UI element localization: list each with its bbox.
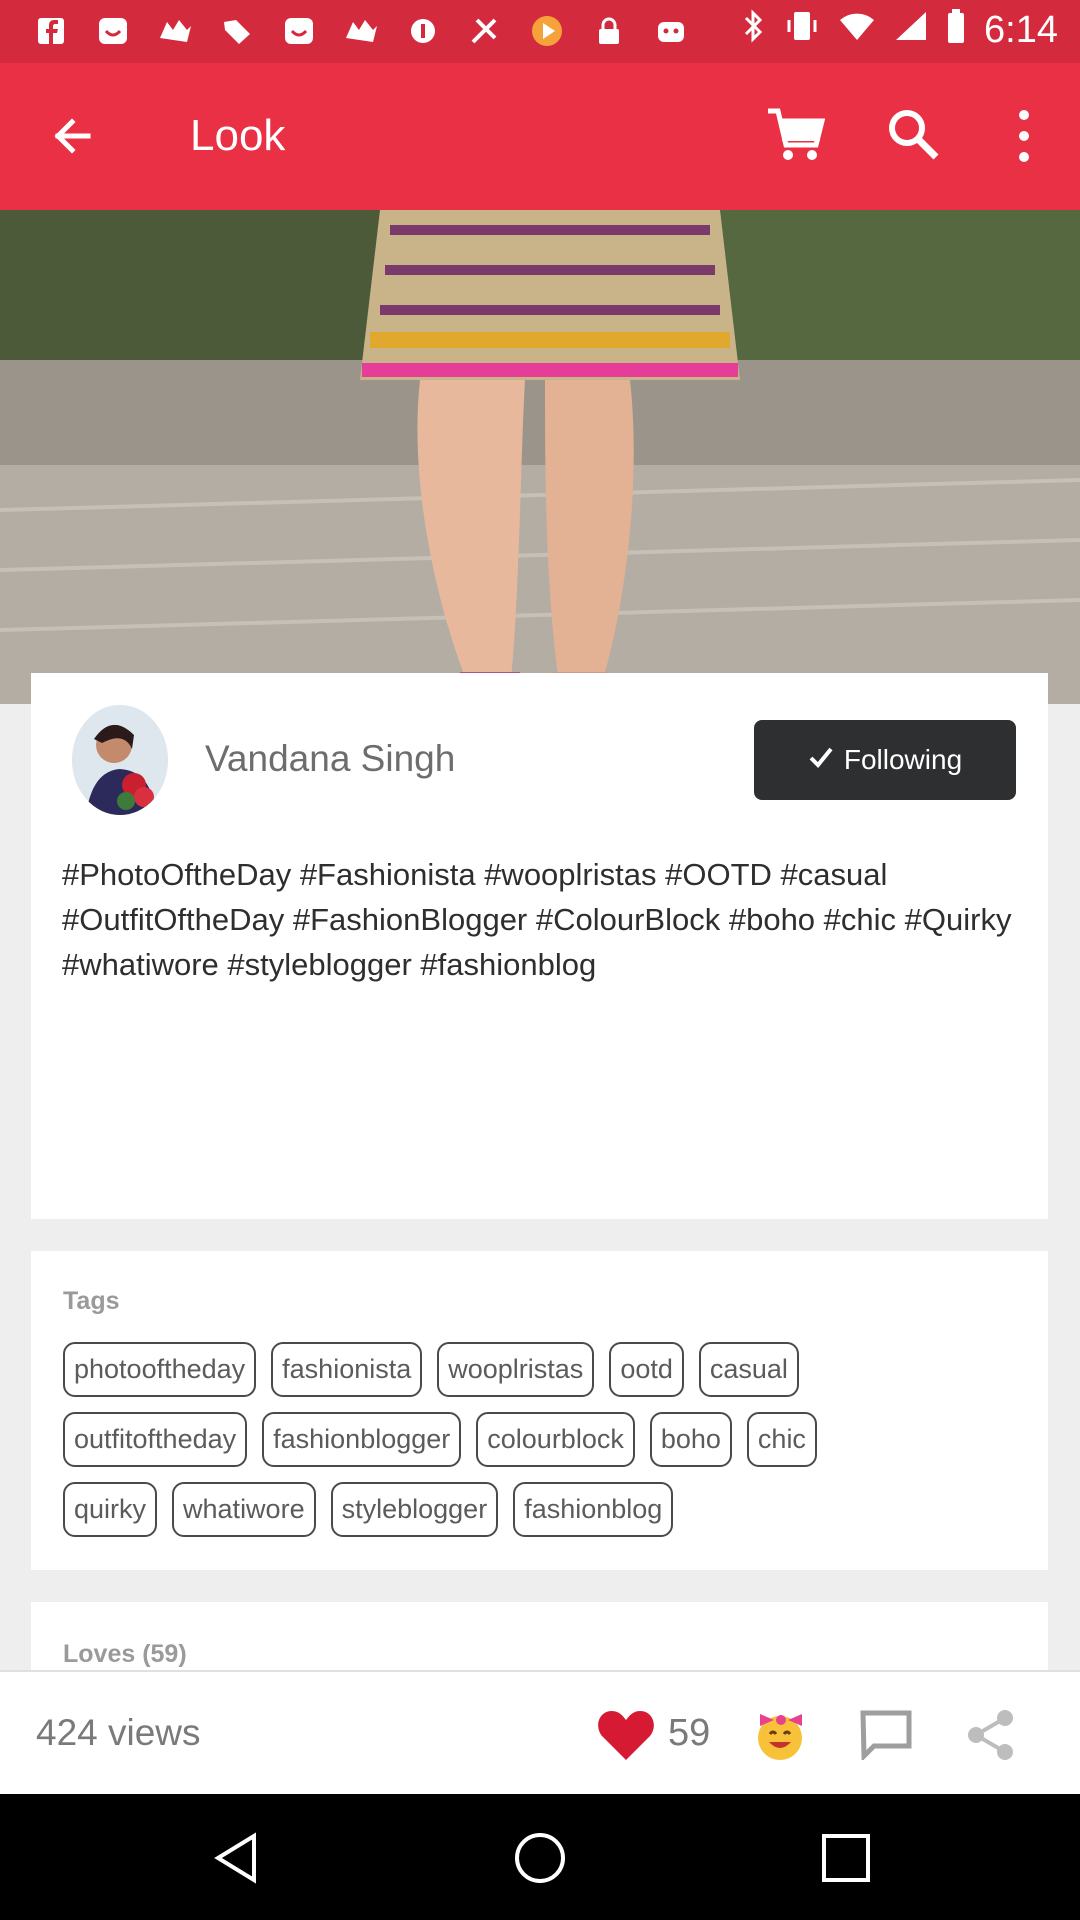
vibrate-icon (784, 8, 820, 53)
notification-icons (28, 10, 694, 52)
lion-app-icon-2 (338, 10, 384, 52)
tag-chip[interactable]: fashionblog (513, 1482, 674, 1537)
status-bar: 6:14 (0, 0, 1080, 63)
tag-chip[interactable]: quirky (63, 1482, 158, 1537)
tag-chip[interactable]: styleblogger (330, 1482, 499, 1537)
nav-home-icon[interactable] (512, 1830, 568, 1886)
avatar[interactable] (72, 705, 168, 815)
following-button[interactable]: Following (754, 720, 1016, 800)
tag-chip[interactable]: fashionblogger (262, 1412, 462, 1467)
following-label: Following (843, 744, 963, 775)
lion-app-icon (152, 10, 198, 52)
app-bar: Look (0, 63, 1080, 210)
bluetooth-icon (742, 8, 766, 53)
share-icon[interactable] (966, 1708, 1016, 1762)
comment-icon[interactable] (860, 1710, 912, 1762)
tag-chip[interactable]: outfitoftheday (63, 1412, 248, 1467)
bottom-action-bar: 424 views 59 (0, 1670, 1080, 1794)
system-status: 6:14 (742, 8, 1058, 53)
tag-chip[interactable]: boho (649, 1412, 732, 1467)
tag-row: outfitoftheday fashionblogger colourbloc… (63, 1412, 817, 1467)
signal-icon (894, 10, 928, 51)
block-icon (400, 10, 446, 52)
loves-count: 59 (668, 1712, 711, 1754)
tags-heading: Tags (63, 1287, 120, 1315)
smile-app-icon-2 (276, 10, 322, 52)
tag-chip[interactable]: casual (698, 1342, 799, 1397)
tag-chip[interactable]: whatiwore (172, 1482, 316, 1537)
views-count: 424 views (36, 1712, 201, 1753)
facebook-icon (28, 10, 74, 52)
tag-chip[interactable]: fashionista (271, 1342, 423, 1397)
battery-icon (946, 8, 966, 53)
robot-app-icon (648, 10, 694, 52)
tag-row: quirky whatiwore styleblogger fashionblo… (63, 1482, 674, 1537)
tag-app-icon (214, 10, 260, 52)
back-arrow-icon[interactable] (40, 103, 106, 169)
lock-icon (586, 10, 632, 52)
tag-chip[interactable]: colourblock (476, 1412, 635, 1467)
nav-back-icon[interactable] (210, 1830, 266, 1886)
tools-icon (462, 10, 508, 52)
wifi-icon (838, 10, 876, 51)
tag-chip[interactable]: photooftheday (63, 1342, 257, 1397)
search-icon[interactable] (880, 101, 946, 167)
tag-chip[interactable]: ootd (609, 1342, 684, 1397)
music-app-icon (524, 10, 570, 52)
cart-icon[interactable] (762, 101, 830, 169)
smiley-bow-icon[interactable] (752, 1704, 808, 1764)
check-icon (808, 744, 834, 777)
tag-row: photooftheday fashionista wooplristas oo… (63, 1342, 799, 1397)
look-photo[interactable] (0, 210, 1080, 704)
loves-heading[interactable]: Loves (59) (63, 1640, 187, 1669)
more-vert-icon[interactable] (1004, 101, 1044, 171)
system-nav-bar (0, 1794, 1080, 1920)
clock: 6:14 (984, 9, 1058, 51)
nav-recents-icon[interactable] (818, 1830, 874, 1886)
author-name[interactable]: Vandana Singh (205, 738, 455, 780)
tag-chip[interactable]: chic (746, 1412, 817, 1467)
tag-chip[interactable]: wooplristas (437, 1342, 595, 1397)
post-caption: #PhotoOftheDay #Fashionista #wooplristas… (62, 857, 1012, 982)
page-title: Look (190, 111, 286, 160)
smile-app-icon (90, 10, 136, 52)
heart-icon[interactable] (596, 1708, 656, 1762)
